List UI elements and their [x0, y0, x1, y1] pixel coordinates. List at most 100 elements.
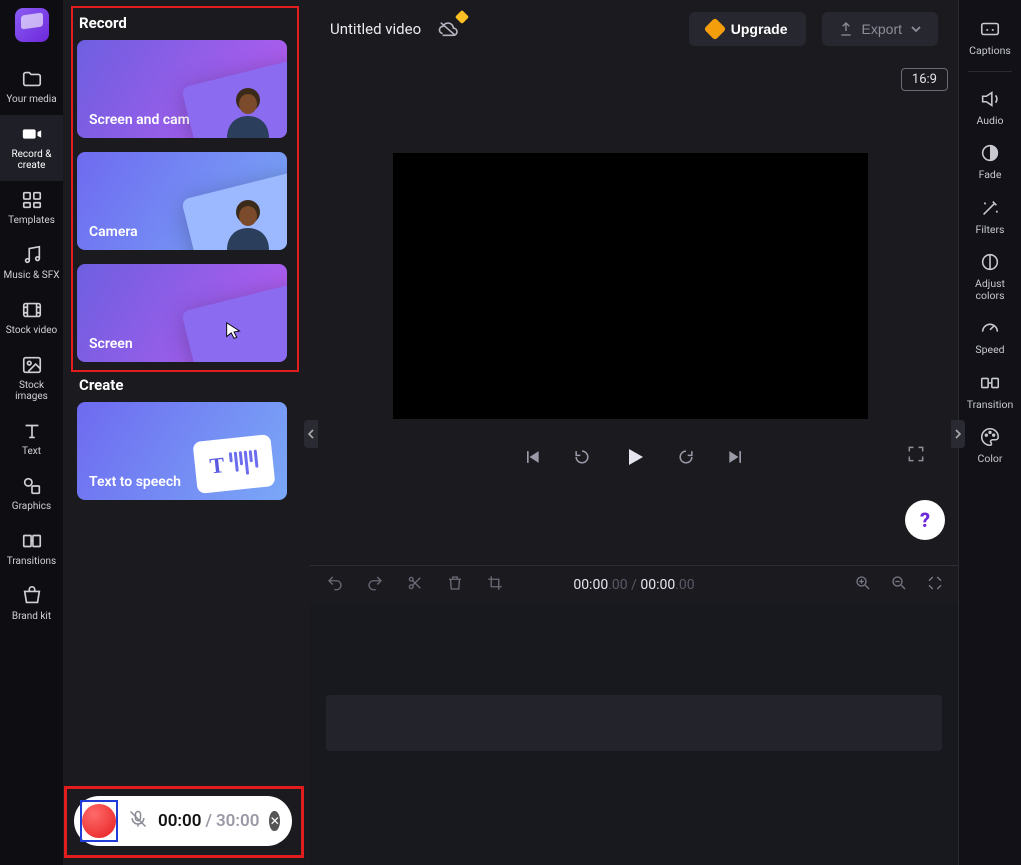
fullscreen-icon	[906, 444, 926, 464]
card-screen-and-camera[interactable]: Screen and camera	[77, 40, 287, 138]
speaker-icon	[979, 88, 1001, 110]
crop-button[interactable]	[486, 574, 504, 596]
recording-time: 00:00 / 30:00	[158, 811, 259, 831]
nav-label: Brand kit	[12, 611, 51, 622]
skip-end-button[interactable]	[726, 447, 746, 467]
record-button[interactable]	[82, 804, 116, 838]
gauge-icon	[979, 317, 1001, 339]
prop-label: Fade	[979, 169, 1002, 181]
person-avatar-icon	[221, 192, 275, 250]
upload-icon	[838, 21, 854, 37]
zoom-in-button[interactable]	[854, 574, 872, 596]
prop-label: Adjust colors	[961, 278, 1020, 301]
timeline-toolbar: 00:00.00 / 00:00.00	[310, 565, 958, 603]
nav-record-create[interactable]: Record & create	[0, 115, 63, 181]
magic-wand-icon	[979, 197, 1001, 219]
nav-label: Templates	[8, 215, 55, 226]
nav-graphics[interactable]: Graphics	[0, 467, 63, 522]
skip-start-button[interactable]	[522, 447, 542, 467]
create-heading: Create	[79, 376, 303, 394]
gem-icon	[703, 18, 726, 41]
prop-label: Transition	[967, 399, 1014, 411]
card-camera[interactable]: Camera	[77, 152, 287, 250]
play-button[interactable]	[622, 445, 646, 469]
image-icon	[21, 354, 43, 376]
card-label: Screen	[89, 336, 133, 352]
undo-button[interactable]	[326, 574, 344, 596]
nav-templates[interactable]: Templates	[0, 181, 63, 236]
folder-icon	[21, 68, 43, 90]
prop-label: Filters	[976, 224, 1005, 236]
rewind-button[interactable]	[572, 447, 592, 467]
adjust-icon	[979, 251, 1001, 273]
recording-elapsed: 00:00	[158, 811, 201, 831]
captions-icon	[979, 18, 1001, 40]
topbar: Untitled video Upgrade Export	[310, 0, 958, 58]
card-text-to-speech[interactable]: T Text to speech	[77, 402, 287, 500]
fullscreen-button[interactable]	[906, 444, 926, 468]
card-label: Camera	[89, 224, 138, 240]
transition-icon	[979, 372, 1001, 394]
video-preview-canvas[interactable]	[393, 153, 868, 419]
mic-mute-button[interactable]	[128, 809, 148, 833]
prop-label: Color	[978, 453, 1003, 465]
prop-speed[interactable]: Speed	[959, 309, 1021, 364]
prop-fade[interactable]: Fade	[959, 134, 1021, 189]
timeline-time-readout: 00:00.00 / 00:00.00	[573, 577, 694, 593]
prop-label: Captions	[969, 45, 1011, 57]
tts-chip-icon: T	[192, 434, 275, 494]
split-button[interactable]	[406, 574, 424, 596]
app-logo-icon[interactable]	[15, 8, 49, 42]
prop-transition[interactable]: Transition	[959, 364, 1021, 419]
recording-control-pill: 00:00 / 30:00 ✕	[74, 796, 292, 846]
prop-label: Speed	[975, 344, 1004, 356]
prop-adjust-colors[interactable]: Adjust colors	[959, 243, 1021, 309]
cursor-arrow-icon	[223, 320, 245, 344]
card-screen[interactable]: Screen	[77, 264, 287, 362]
delete-button[interactable]	[446, 574, 464, 596]
nav-transitions[interactable]: Transitions	[0, 522, 63, 577]
nav-text[interactable]: Text	[0, 412, 63, 467]
collapse-panel-button[interactable]	[304, 420, 318, 448]
help-label: ?	[920, 508, 930, 532]
close-recording-button[interactable]: ✕	[269, 811, 280, 831]
forward-button[interactable]	[676, 447, 696, 467]
nav-label: Your media	[6, 94, 56, 105]
export-button[interactable]: Export	[822, 12, 938, 46]
record-heading: Record	[79, 14, 303, 32]
transitions-icon	[21, 530, 43, 552]
divider	[968, 71, 1012, 72]
prop-captions[interactable]: Captions	[959, 10, 1021, 65]
record-button-focus-ring	[80, 800, 118, 842]
time-separator: /	[628, 577, 641, 593]
nav-label: Text	[22, 446, 41, 457]
help-button[interactable]: ?	[905, 500, 945, 540]
cloud-off-icon	[437, 20, 459, 38]
video-title[interactable]: Untitled video	[330, 20, 421, 38]
left-sidebar: Your media Record & create Templates Mus…	[0, 0, 63, 865]
nav-your-media[interactable]: Your media	[0, 60, 63, 115]
collapse-right-button[interactable]	[951, 420, 965, 448]
nav-brand-kit[interactable]: Brand kit	[0, 577, 63, 632]
chevron-down-icon	[910, 23, 922, 35]
redo-button[interactable]	[366, 574, 384, 596]
prop-audio[interactable]: Audio	[959, 80, 1021, 135]
nav-label: Graphics	[12, 501, 51, 512]
templates-icon	[21, 189, 43, 211]
zoom-out-button[interactable]	[890, 574, 908, 596]
nav-stock-video[interactable]: Stock video	[0, 291, 63, 346]
nav-stock-images[interactable]: Stock images	[0, 346, 63, 412]
nav-label: Stock video	[6, 325, 58, 336]
nav-music-sfx[interactable]: Music & SFX	[0, 236, 63, 291]
upgrade-button[interactable]: Upgrade	[689, 12, 806, 46]
zoom-fit-button[interactable]	[926, 574, 944, 596]
prop-color[interactable]: Color	[959, 418, 1021, 473]
empty-track[interactable]	[326, 695, 942, 751]
current-time-main: 00:00	[573, 577, 608, 593]
upgrade-label: Upgrade	[731, 21, 788, 37]
prop-filters[interactable]: Filters	[959, 189, 1021, 244]
record-create-panel: Record Screen and camera Camera Screen C…	[63, 0, 310, 865]
cloud-sync-status[interactable]	[437, 20, 459, 38]
nav-label: Music & SFX	[4, 270, 60, 281]
timeline[interactable]	[310, 603, 958, 865]
